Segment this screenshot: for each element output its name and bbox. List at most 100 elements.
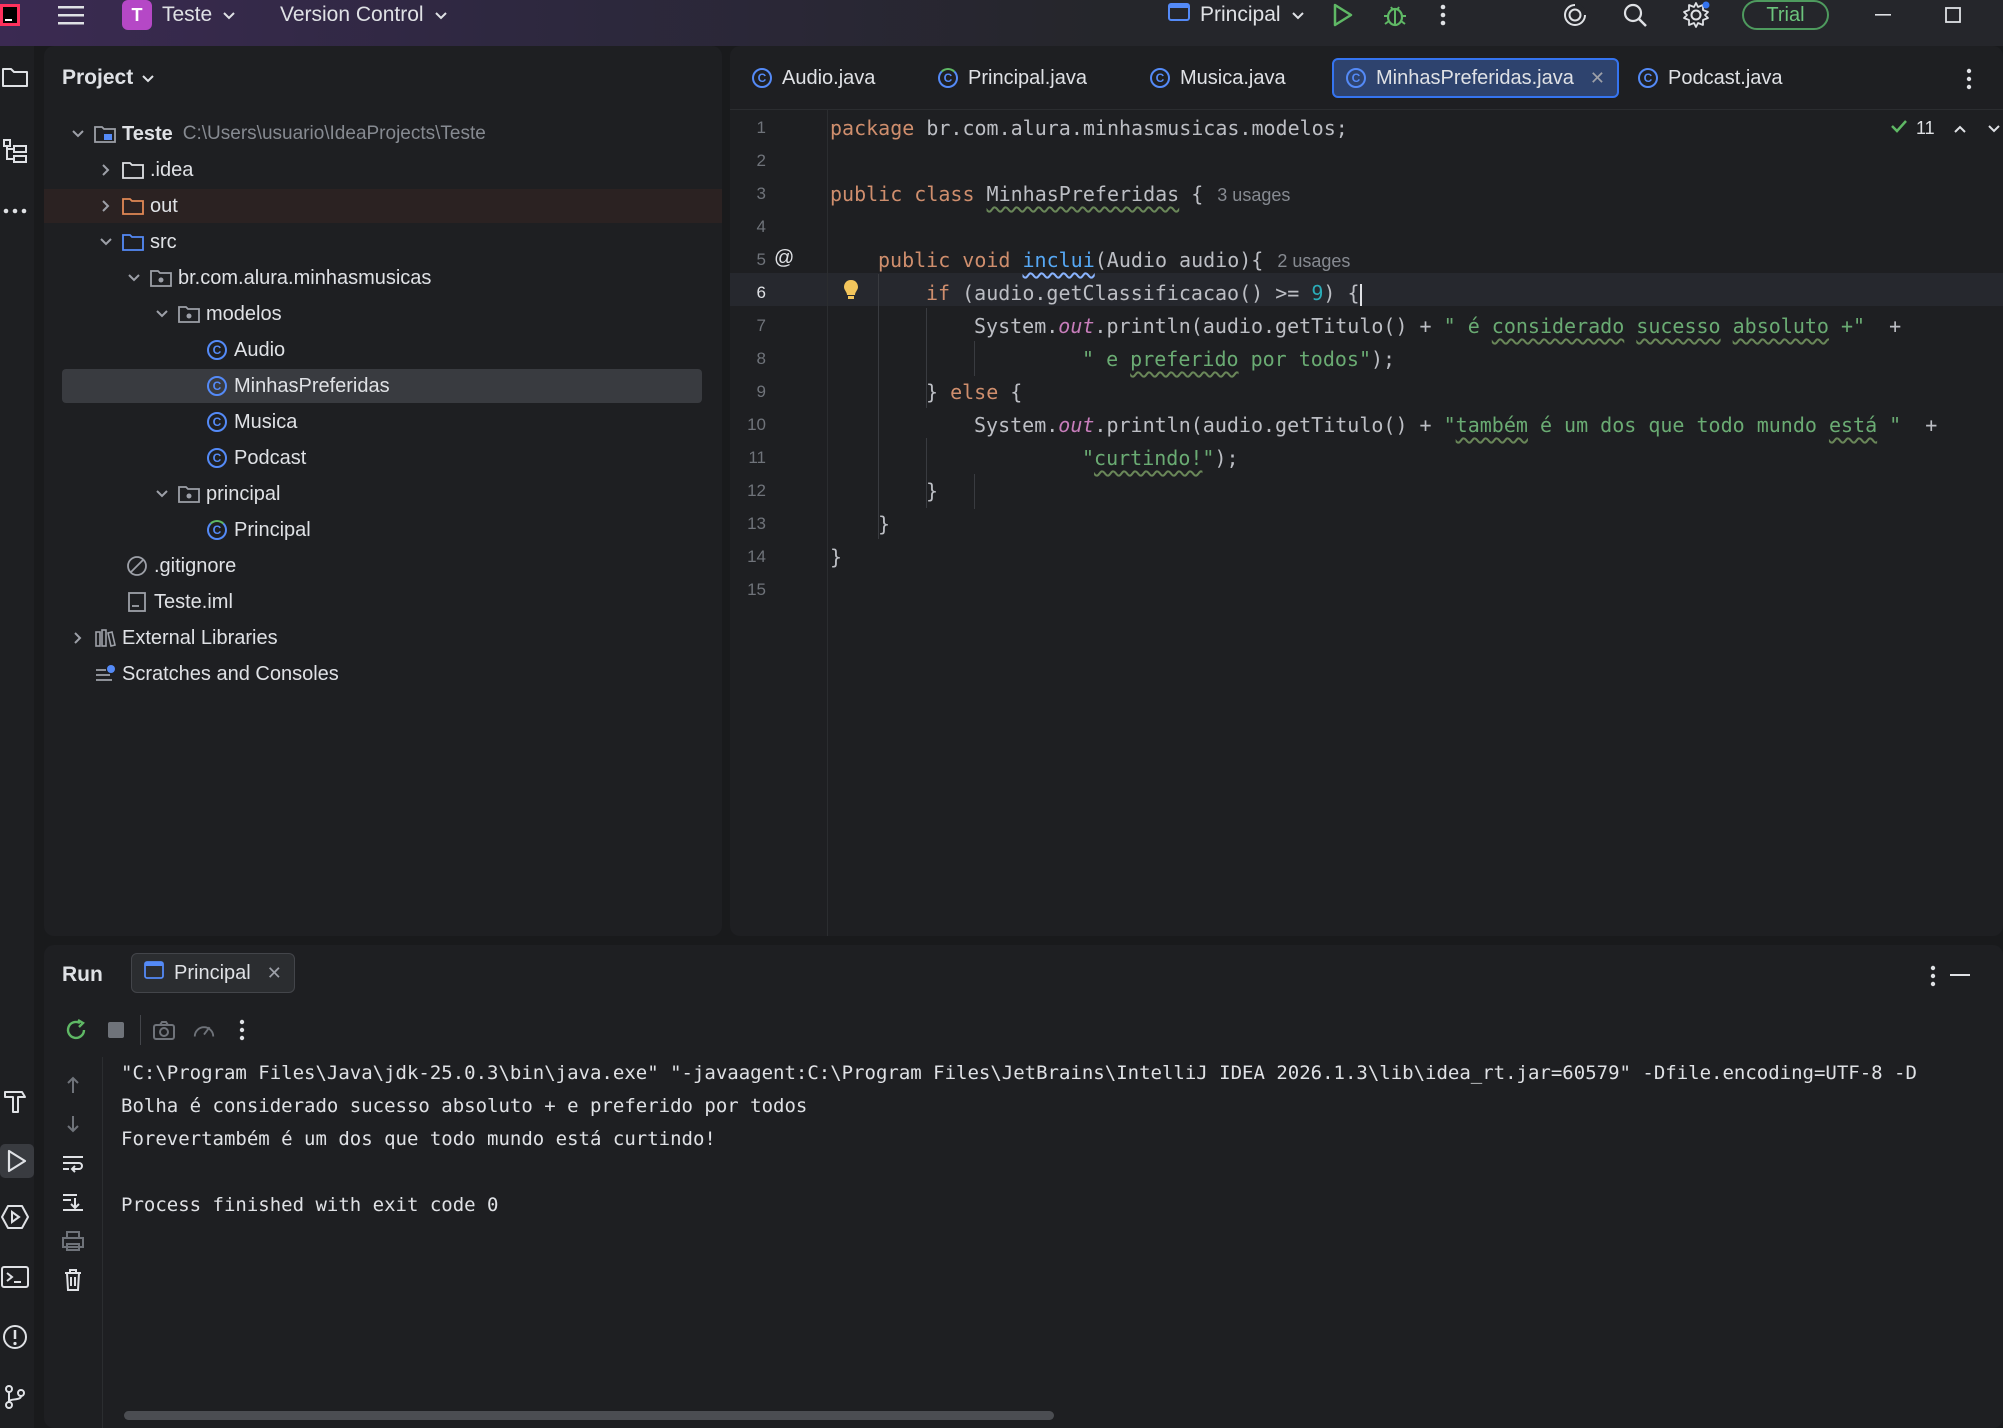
tree-item-src[interactable]: src [62, 225, 702, 259]
tab-label: Podcast.java [1668, 66, 1783, 89]
ignore-file-icon [126, 555, 148, 577]
tabs-more-icon[interactable] [1966, 68, 1972, 96]
scroll-down-icon[interactable] [61, 1112, 85, 1136]
tree-item-podcast[interactable]: C Podcast [62, 441, 702, 475]
tree-label: .gitignore [154, 554, 237, 577]
tree-item-teste[interactable]: Teste C:\Users\usuario\IdeaProjects\Test… [62, 117, 702, 151]
line-number: 10 [747, 415, 766, 434]
project-panel-header[interactable]: Project [62, 66, 155, 90]
structure-icon[interactable] [0, 136, 30, 166]
print-icon[interactable] [61, 1229, 85, 1253]
chevron-down-icon[interactable] [1987, 118, 2001, 139]
tree-item-package[interactable]: br.com.alura.minhasmusicas [62, 261, 702, 295]
trash-icon[interactable] [61, 1268, 85, 1292]
inspection-count: 11 [1916, 118, 1935, 138]
camera-icon[interactable] [152, 1018, 176, 1042]
trial-badge[interactable]: Trial [1742, 0, 1829, 30]
tree-item-out[interactable]: out [44, 189, 722, 223]
terminal-icon[interactable] [0, 1262, 30, 1292]
lightbulb-icon[interactable] [842, 278, 860, 308]
package-icon [150, 267, 172, 289]
chevron-right-icon[interactable] [98, 198, 114, 214]
more-actions-icon[interactable] [1440, 0, 1446, 30]
chevron-down-icon[interactable] [98, 234, 114, 250]
ai-assistant-icon[interactable] [1562, 0, 1588, 30]
scratches-icon [94, 663, 116, 685]
line-number: 8 [756, 349, 766, 368]
minimize-icon[interactable] [1874, 0, 1892, 30]
run-config-icon [144, 961, 164, 985]
tree-item-external-libraries[interactable]: External Libraries [62, 621, 702, 655]
horizontal-scrollbar[interactable] [124, 1411, 1054, 1420]
class-icon: C [206, 447, 228, 469]
scroll-up-icon[interactable] [61, 1073, 85, 1097]
close-icon[interactable]: ✕ [1590, 68, 1605, 89]
stop-icon[interactable] [104, 1018, 128, 1042]
tree-item-principal-package[interactable]: principal [62, 477, 702, 511]
inspection-widget[interactable]: 11 [1890, 118, 2001, 139]
search-icon[interactable] [1622, 0, 1648, 30]
debug-icon[interactable] [1382, 0, 1408, 30]
profiler-icon[interactable] [192, 1018, 216, 1042]
line-number: 14 [747, 547, 766, 566]
tree-item-principal-class[interactable]: C Principal [62, 513, 702, 547]
soft-wrap-icon[interactable] [61, 1151, 85, 1175]
maximize-icon[interactable] [1944, 0, 1962, 30]
chevron-down-icon[interactable] [126, 270, 142, 286]
run-config-selector[interactable]: Principal [1168, 0, 1305, 30]
chevron-down-icon [141, 66, 155, 90]
tree-item-gitignore[interactable]: .gitignore [62, 549, 702, 583]
tree-item-audio[interactable]: C Audio [62, 333, 702, 367]
run-tool-icon[interactable] [0, 1144, 34, 1178]
project-folder-icon[interactable] [0, 62, 30, 92]
code-line-1: package br.com.alura.minhasmusicas.model… [830, 116, 1348, 140]
tab-podcast-java[interactable]: C Podcast.java [1626, 58, 1795, 98]
tree-item-modelos[interactable]: modelos [62, 297, 702, 331]
tab-minhaspreferidas-java[interactable]: C MinhasPreferidas.java ✕ [1332, 58, 1619, 98]
services-icon[interactable] [0, 1202, 30, 1232]
app-logo-icon[interactable] [0, 0, 22, 30]
scroll-to-end-icon[interactable] [61, 1190, 85, 1214]
class-icon: C [1150, 68, 1170, 88]
close-icon[interactable]: ✕ [267, 963, 282, 984]
chevron-down-icon[interactable] [154, 486, 170, 502]
tree-item-scratches[interactable]: Scratches and Consoles [62, 657, 702, 691]
tree-label: Teste [122, 122, 173, 145]
build-hammer-icon[interactable] [0, 1086, 30, 1116]
line-number: 15 [747, 580, 766, 599]
source-folder-icon [122, 231, 144, 253]
tab-musica-java[interactable]: C Musica.java [1138, 58, 1298, 98]
chevron-down-icon[interactable] [70, 126, 86, 142]
indent-guide [878, 274, 879, 539]
run-toolbar-more-icon[interactable] [230, 1018, 254, 1042]
chevron-right-icon[interactable] [98, 162, 114, 178]
problems-icon[interactable] [0, 1322, 30, 1352]
chevron-up-icon[interactable] [1953, 118, 1967, 139]
git-branch-icon[interactable] [0, 1382, 30, 1412]
main-menu-icon[interactable] [58, 0, 84, 30]
run-config-icon [1168, 2, 1190, 28]
rerun-icon[interactable] [64, 1018, 88, 1042]
class-icon: C [752, 68, 772, 88]
run-tab-principal[interactable]: Principal ✕ [131, 953, 295, 993]
tree-item-teste-iml[interactable]: Teste.iml [62, 585, 702, 619]
implementation-at-icon[interactable]: @ [774, 247, 794, 270]
project-switcher[interactable]: T Teste [122, 0, 236, 30]
settings-gear-icon[interactable] [1682, 0, 1710, 30]
tree-item-musica[interactable]: C Musica [62, 405, 702, 439]
more-tools-icon[interactable] [0, 196, 30, 226]
tree-item-minhaspreferidas[interactable]: C MinhasPreferidas [62, 369, 702, 403]
chevron-right-icon[interactable] [70, 630, 86, 646]
tab-principal-java[interactable]: C Principal.java [926, 58, 1099, 98]
code-line-12: } [926, 479, 939, 503]
tree-item-idea[interactable]: .idea [62, 153, 702, 187]
run-more-icon[interactable] [1930, 965, 1936, 993]
tab-label: MinhasPreferidas.java [1376, 66, 1574, 89]
tab-audio-java[interactable]: C Audio.java [740, 58, 887, 98]
version-control-menu[interactable]: Version Control [280, 0, 448, 30]
chevron-down-icon[interactable] [154, 306, 170, 322]
left-tool-strip [0, 46, 34, 1428]
run-icon[interactable] [1332, 0, 1354, 30]
hide-panel-icon[interactable] [1950, 974, 1970, 976]
code-line-10: System.out.println(audio.getTitulo() + "… [974, 413, 1938, 437]
